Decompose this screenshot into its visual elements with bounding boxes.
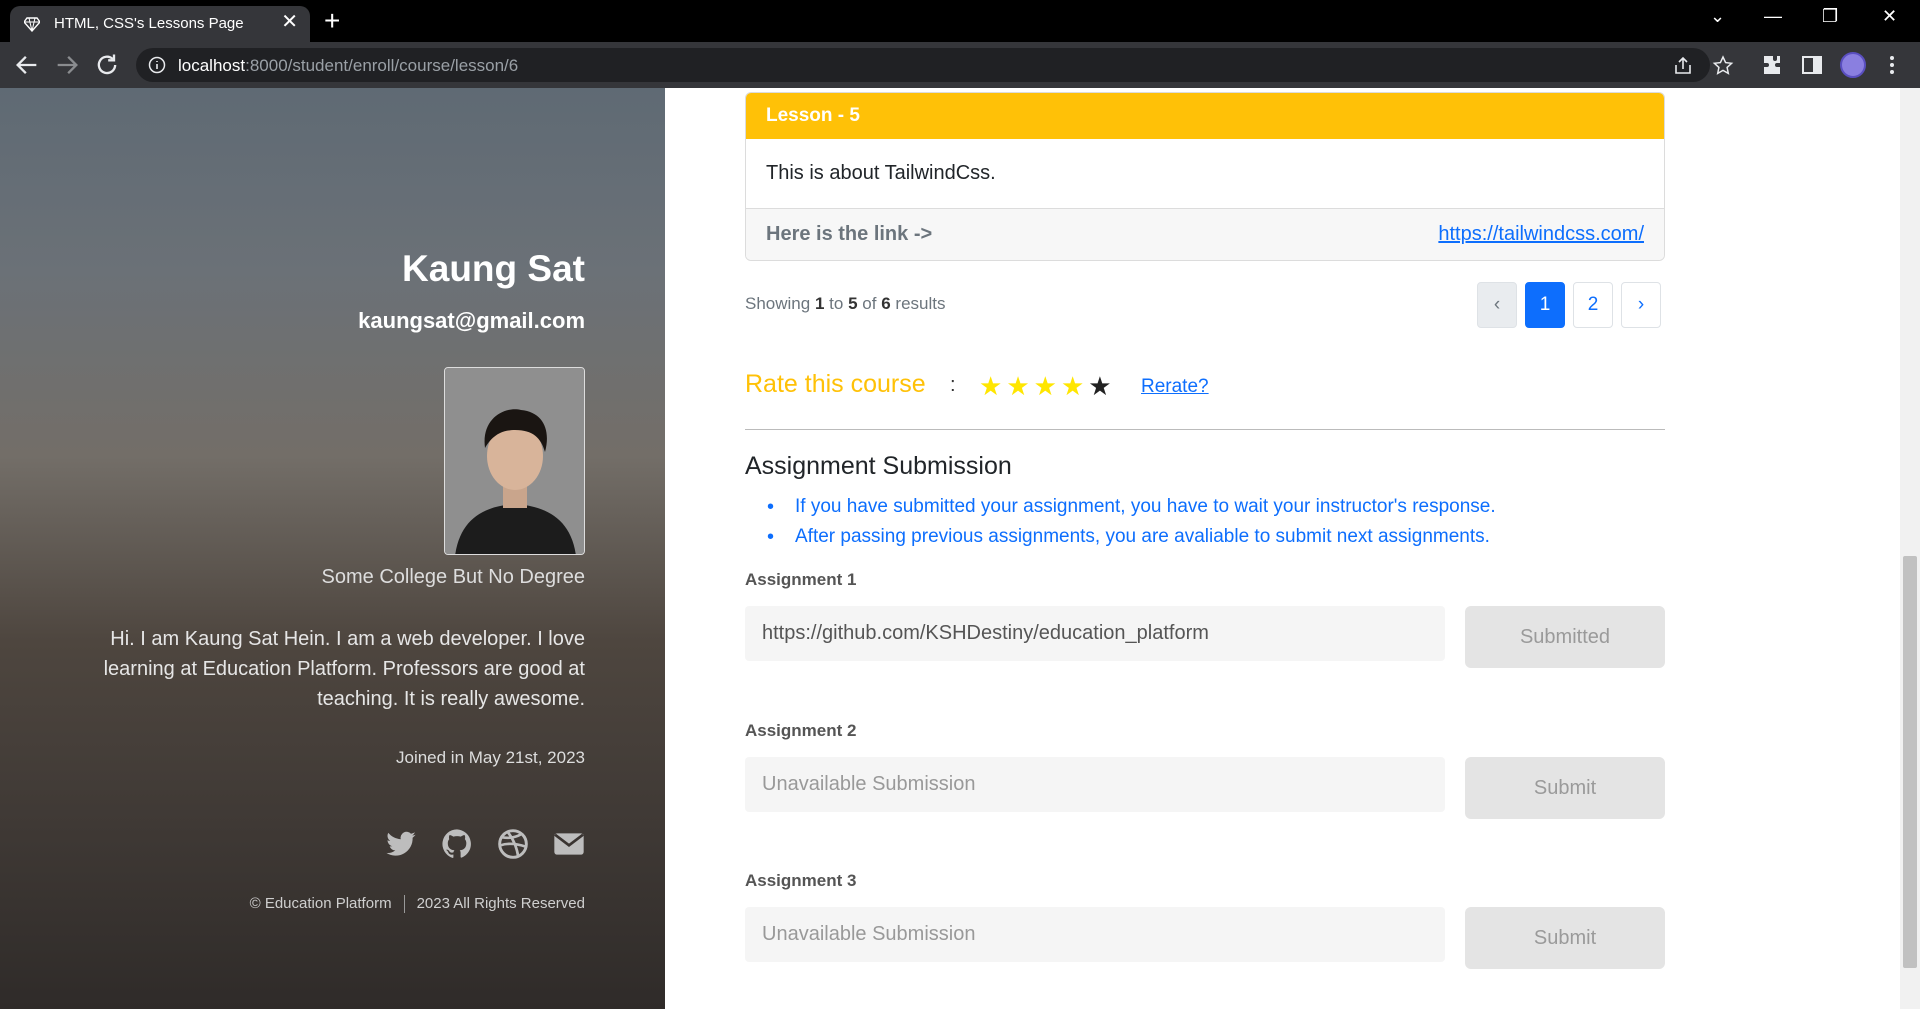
- assignment-1-submitted-button[interactable]: Submitted: [1465, 606, 1665, 668]
- rating-star-icon[interactable]: ★: [1034, 373, 1057, 399]
- pagination: ‹ 1 2 ›: [1477, 282, 1661, 328]
- assignment-notes: If you have submitted your assignment, y…: [767, 492, 1496, 552]
- rating-colon: :: [950, 374, 956, 396]
- mail-icon[interactable]: [553, 828, 585, 860]
- rating-stars: ★ ★ ★ ★ ★: [979, 373, 1112, 399]
- back-icon[interactable]: [13, 51, 41, 79]
- browser-toolbar: localhost:8000/student/enroll/course/les…: [0, 42, 1920, 88]
- dribbble-icon[interactable]: [497, 828, 529, 860]
- assignment-label: Assignment 2: [745, 721, 857, 740]
- assignment-note: After passing previous assignments, you …: [767, 522, 1496, 552]
- close-window-button[interactable]: ✕: [1882, 6, 1897, 27]
- profile-avatar-icon[interactable]: [1840, 52, 1866, 78]
- forward-icon[interactable]: [53, 51, 81, 79]
- lesson-footer: Here is the link -> https://tailwindcss.…: [746, 209, 1664, 260]
- assignment-2-submit-button[interactable]: Submit: [1465, 757, 1665, 819]
- rating-row: Rate this course : ★ ★ ★ ★ ★ Rerate?: [745, 370, 1245, 410]
- rerate-link[interactable]: Rerate?: [1141, 376, 1209, 398]
- profile-name: Kaung Sat: [402, 248, 585, 289]
- lesson-link[interactable]: https://tailwindcss.com/: [1438, 223, 1644, 246]
- rating-star-icon[interactable]: ★: [1088, 373, 1111, 399]
- footer-separator: [403, 895, 405, 914]
- scrollbar-thumb[interactable]: [1903, 556, 1917, 968]
- footer-brand: © Education Platform: [249, 895, 392, 912]
- assignment-3-link-input[interactable]: [745, 907, 1445, 962]
- tab-title: HTML, CSS's Lessons Page: [54, 15, 244, 32]
- page-1-button[interactable]: 1: [1525, 282, 1565, 328]
- gem-icon: [23, 16, 41, 33]
- assignment-1-link-input[interactable]: [745, 606, 1445, 661]
- page-scrollbar[interactable]: [1900, 88, 1920, 1009]
- tab-search-icon[interactable]: ⌄: [1710, 6, 1725, 27]
- browser-tabstrip: HTML, CSS's Lessons Page ✕ + ⌄ — ❐ ✕: [0, 0, 1920, 42]
- section-divider: [745, 429, 1665, 430]
- assignment-label: Assignment 3: [745, 871, 857, 890]
- assignment-note: If you have submitted your assignment, y…: [767, 492, 1496, 522]
- share-icon[interactable]: [1672, 55, 1694, 77]
- lesson-title: Lesson - 5: [746, 93, 1664, 139]
- assignment-2-link-input[interactable]: [745, 757, 1445, 812]
- assignment-3-submit-button[interactable]: Submit: [1465, 907, 1665, 969]
- side-panel-icon[interactable]: [1800, 53, 1824, 77]
- rating-star-icon[interactable]: ★: [1006, 373, 1029, 399]
- minimize-button[interactable]: —: [1764, 6, 1782, 27]
- tab-close-icon[interactable]: ✕: [281, 12, 298, 32]
- profile-photo: [444, 367, 585, 555]
- address-bar[interactable]: localhost:8000/student/enroll/course/les…: [136, 48, 1734, 82]
- assignment-1: Assignment 1 Submitted: [745, 570, 1665, 680]
- bookmark-star-icon[interactable]: [1712, 55, 1734, 77]
- assignment-heading: Assignment Submission: [745, 452, 1012, 480]
- profile-joined-date: Joined in May 21st, 2023: [395, 748, 585, 767]
- prev-page-button[interactable]: ‹: [1477, 282, 1517, 328]
- sidebar-footer: © Education Platform 2023 All Rights Rese…: [249, 895, 585, 914]
- site-info-icon[interactable]: [148, 56, 166, 74]
- social-links: [385, 828, 585, 860]
- assignment-2: Assignment 2 Submit: [745, 721, 1665, 831]
- rating-star-icon[interactable]: ★: [1061, 373, 1084, 399]
- profile-education: Some College But No Degree: [321, 566, 585, 588]
- rating-title: Rate this course: [745, 370, 926, 398]
- twitter-icon[interactable]: [385, 828, 417, 860]
- lesson-link-label: Here is the link ->: [766, 223, 933, 245]
- page-viewport: Kaung Sat kaungsat@gmail.com Some Colleg…: [0, 88, 1920, 1009]
- browser-tab[interactable]: HTML, CSS's Lessons Page ✕: [10, 6, 310, 42]
- results-summary: Showing 1 to 5 of 6 results: [745, 294, 946, 313]
- profile-sidebar: Kaung Sat kaungsat@gmail.com Some Colleg…: [0, 88, 665, 1009]
- reload-icon[interactable]: [93, 51, 121, 79]
- profile-email: kaungsat@gmail.com: [358, 308, 585, 333]
- lesson-description: This is about TailwindCss.: [746, 139, 1664, 209]
- assignment-label: Assignment 1: [745, 570, 857, 589]
- restore-button[interactable]: ❐: [1822, 6, 1838, 27]
- next-page-button[interactable]: ›: [1621, 282, 1661, 328]
- extensions-icon[interactable]: [1760, 53, 1784, 77]
- url-text: localhost:8000/student/enroll/course/les…: [178, 56, 519, 75]
- github-icon[interactable]: [441, 828, 473, 860]
- page-2-button[interactable]: 2: [1573, 282, 1613, 328]
- footer-rights: 2023 All Rights Reserved: [416, 895, 585, 912]
- new-tab-button[interactable]: +: [324, 5, 340, 37]
- rating-star-icon[interactable]: ★: [979, 373, 1002, 399]
- more-menu-icon[interactable]: [1880, 53, 1904, 77]
- assignment-3: Assignment 3 Submit: [745, 871, 1665, 981]
- lesson-card: Lesson - 5 This is about TailwindCss. He…: [745, 92, 1665, 261]
- profile-bio: Hi. I am Kaung Sat Hein. I am a web deve…: [103, 628, 585, 710]
